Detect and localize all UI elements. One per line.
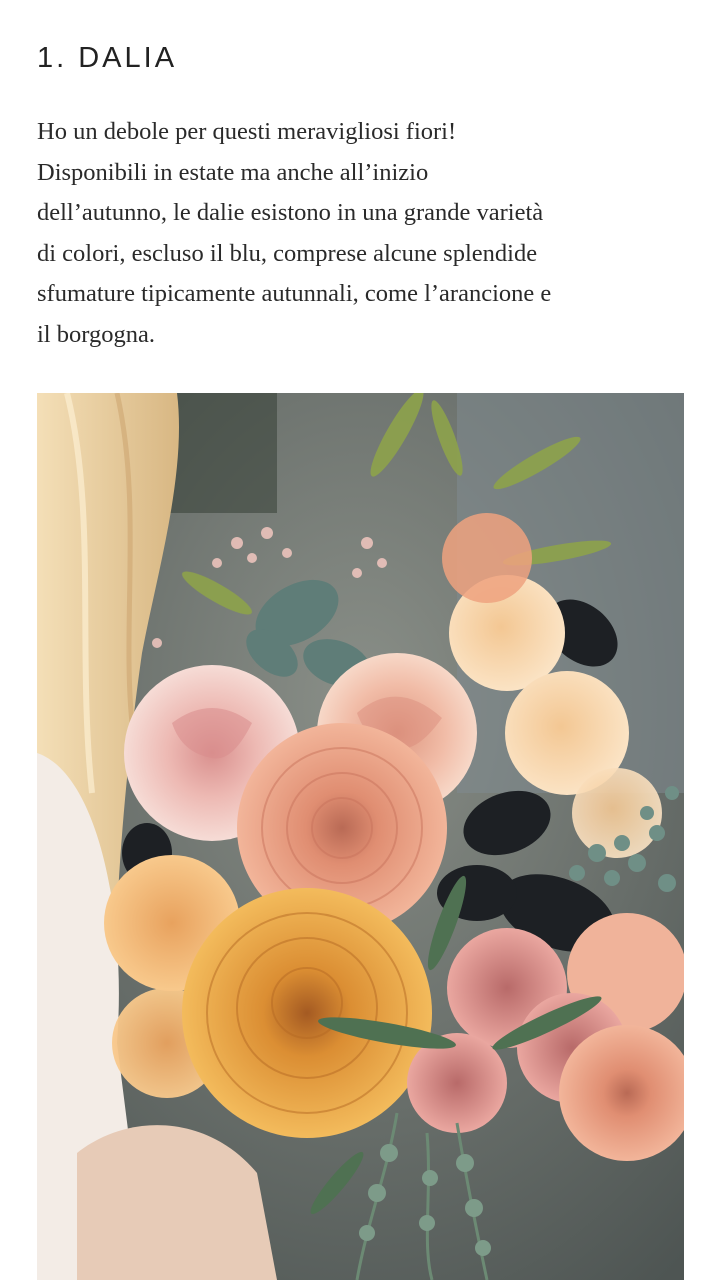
article-paragraph: Ho un debole per questi meravigliosi fio… — [37, 112, 697, 355]
paragraph-line: Ho un debole per questi meravigliosi fio… — [37, 118, 457, 145]
bouquet-photo — [37, 393, 684, 1280]
paragraph-line: sfumature tipicamente autunnali, come l’… — [37, 280, 552, 307]
paragraph-line: dell’autunno, le dalie esistono in una g… — [37, 199, 544, 226]
paragraph-line: Disponibili in estate ma anche all’inizi… — [37, 158, 429, 186]
section-heading: 1. DALIA — [37, 42, 178, 74]
bouquet-illustration — [37, 393, 684, 1280]
paragraph-line: il borgogna. — [37, 320, 155, 348]
paragraph-line: di colori, escluso il blu, comprese alcu… — [37, 239, 538, 267]
article: 1. DALIA Ho un debole per questi meravig… — [0, 0, 720, 1280]
mustard-dahlia — [182, 888, 432, 1138]
